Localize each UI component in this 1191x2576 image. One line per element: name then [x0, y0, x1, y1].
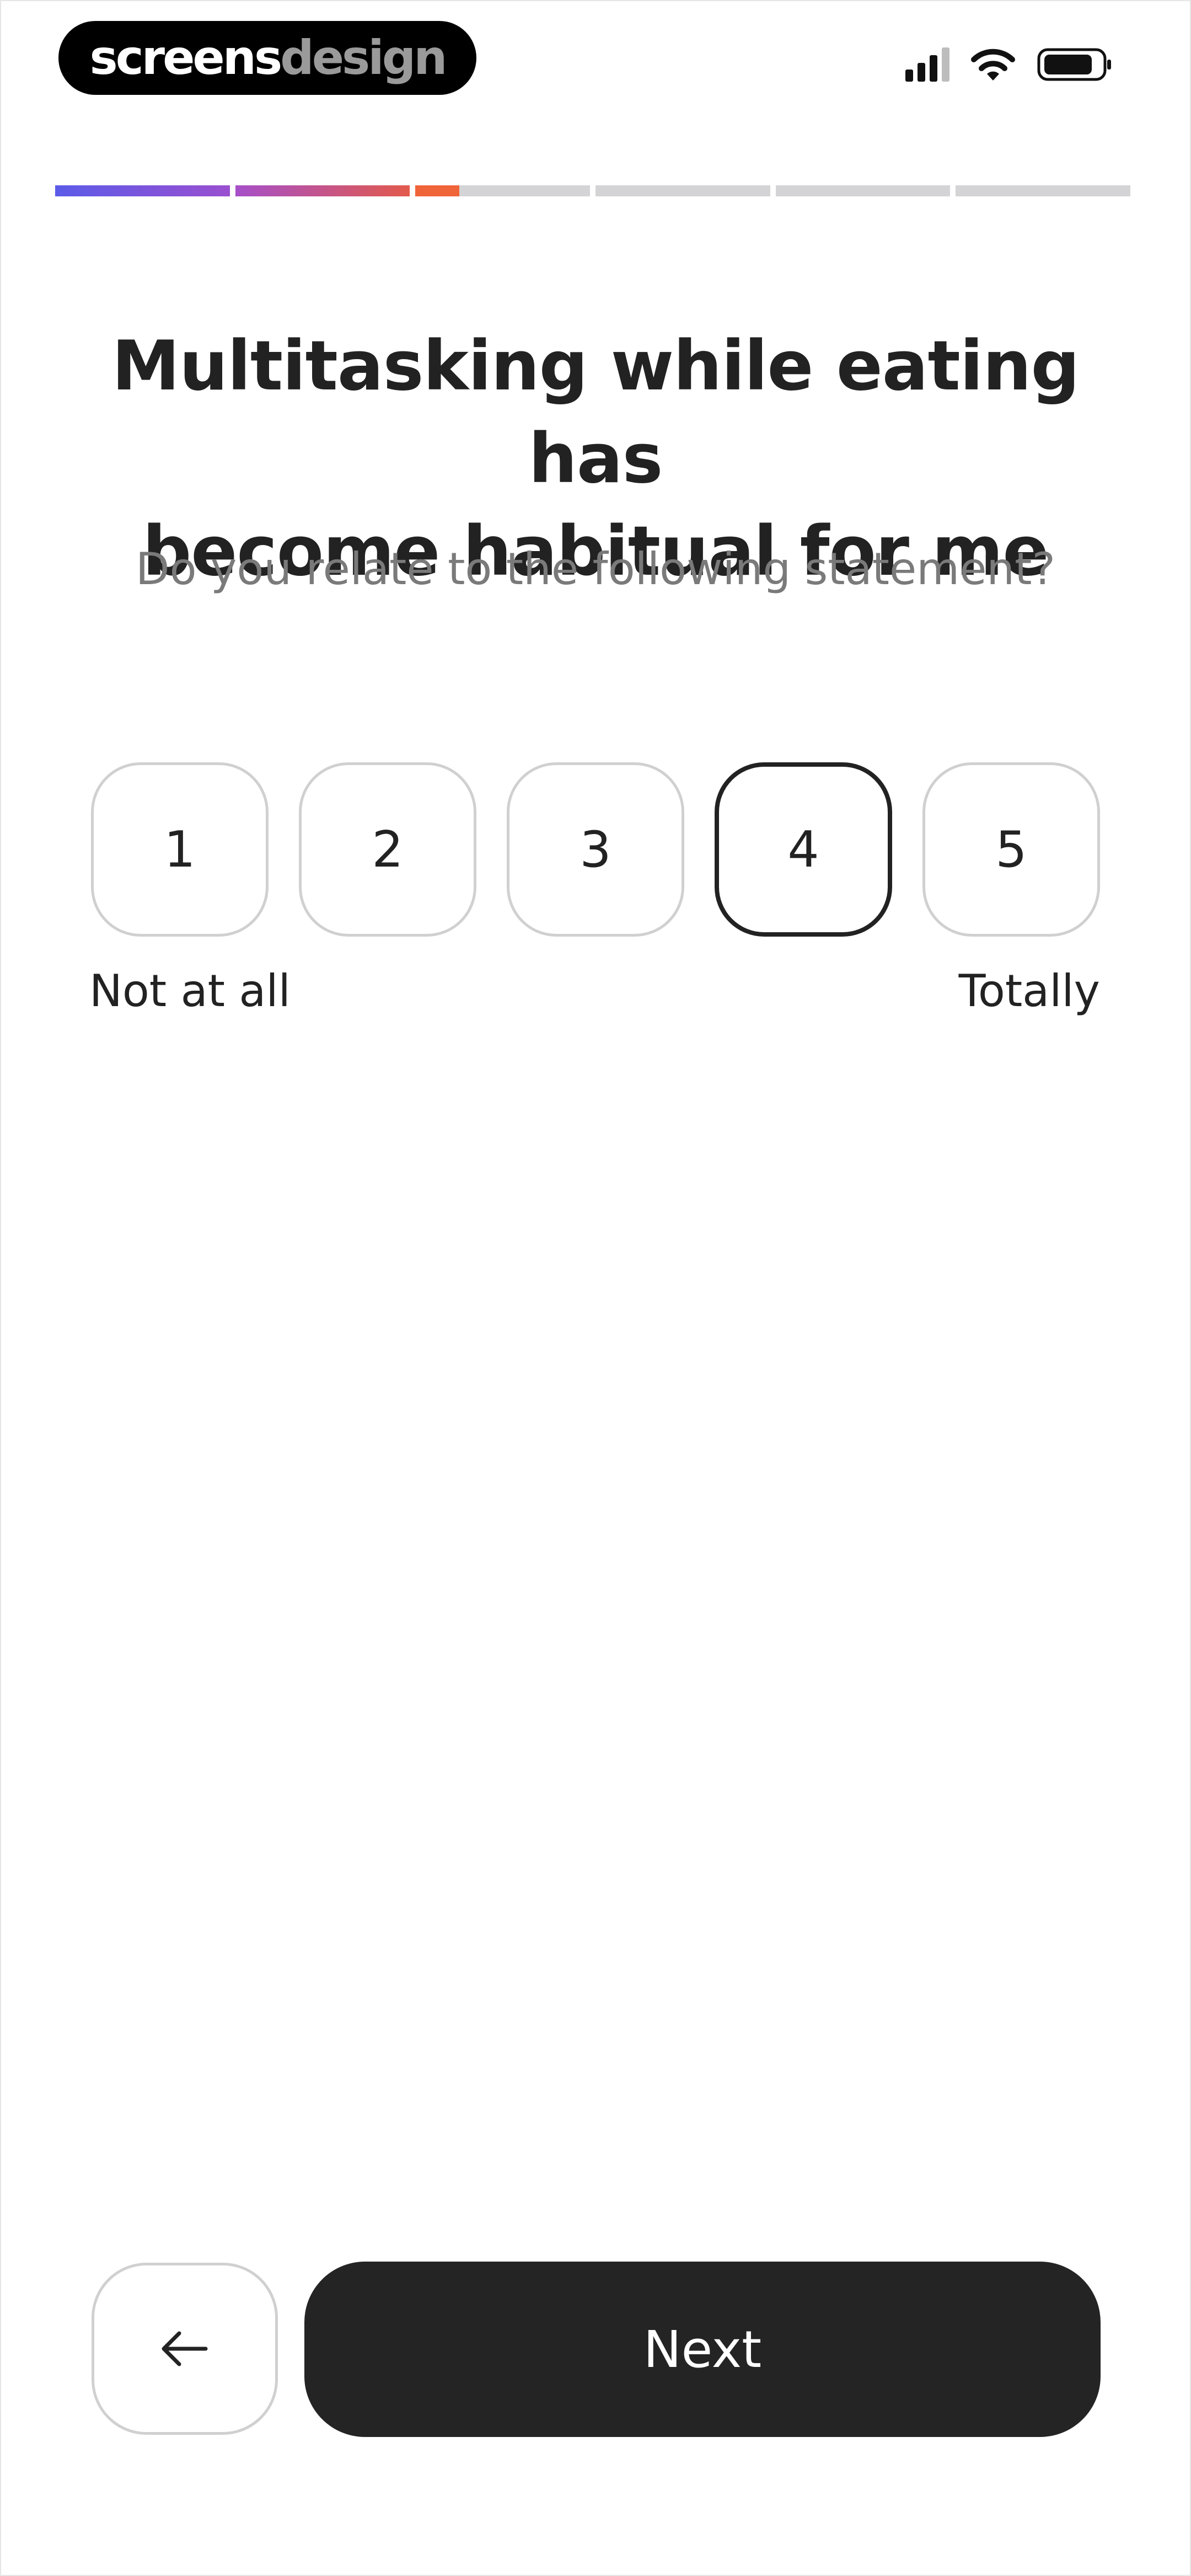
scale-high-label: Totally: [958, 965, 1100, 1017]
progress-segment-1: [55, 185, 230, 196]
brand-logo-part1: screens: [89, 30, 283, 85]
progress-segment-6: [956, 185, 1131, 196]
rating-option-2[interactable]: 2: [299, 762, 476, 937]
cellular-signal-icon: [905, 47, 949, 82]
question-title-line-1: Multitasking while eating has: [111, 327, 1080, 499]
wifi-icon: [969, 46, 1017, 83]
scale-low-label: Not at all: [89, 965, 291, 1017]
rating-option-3[interactable]: 3: [507, 762, 684, 937]
progress-segment-fill: [235, 185, 410, 196]
progress-segment-3: [415, 185, 591, 196]
progress-segment-4: [596, 185, 770, 196]
rating-option-5[interactable]: 5: [922, 762, 1100, 937]
arrow-left-icon: [162, 2331, 208, 2366]
next-button[interactable]: Next: [304, 2262, 1101, 2437]
progress-segment-2: [235, 185, 410, 196]
progress-bar: [55, 185, 1131, 196]
status-icons: [905, 45, 1114, 84]
rating-scale: 1 2 3 4 5: [91, 762, 1100, 939]
next-button-label: Next: [643, 2320, 762, 2379]
progress-segment-fill: [55, 185, 230, 196]
rating-option-1[interactable]: 1: [91, 762, 269, 937]
brand-logo-part2: design: [280, 30, 447, 85]
rating-option-4[interactable]: 4: [715, 762, 892, 937]
battery-icon: [1037, 46, 1114, 83]
back-button[interactable]: [92, 2263, 278, 2435]
question-subtitle: Do you relate to the following statement…: [136, 543, 1055, 595]
progress-segment-5: [775, 185, 951, 196]
progress-segment-fill: [415, 185, 459, 196]
brand-logo: screens design: [58, 21, 476, 95]
